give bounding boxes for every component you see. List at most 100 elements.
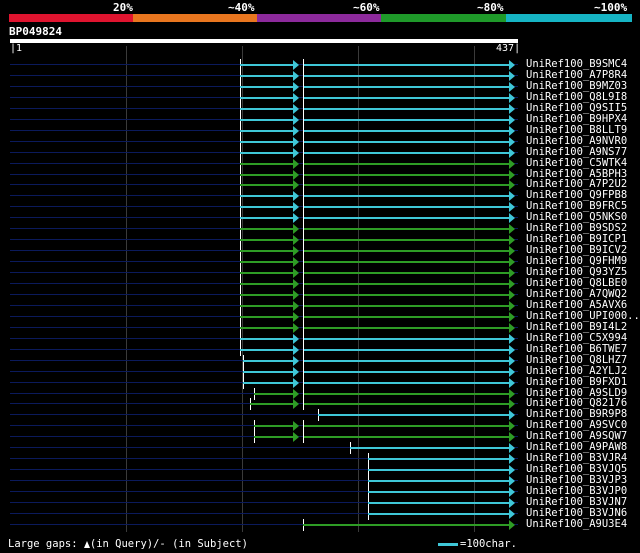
hit-segment	[304, 261, 509, 264]
hit-segment	[240, 261, 293, 264]
hit-segment	[304, 64, 509, 66]
hit-arrow-icon	[293, 289, 299, 300]
hit-label[interactable]: UniRef100_A2YLJ2	[526, 365, 627, 377]
hit-segment	[304, 151, 509, 154]
hit-segment	[240, 337, 293, 340]
hit-label[interactable]: UniRef100_A9NS77	[526, 146, 627, 158]
hit-segment	[240, 129, 293, 132]
query-name: BP049824	[9, 25, 62, 38]
hit-segment	[243, 370, 293, 373]
hit-arrow-icon	[293, 322, 299, 333]
hit-segment	[304, 370, 509, 373]
hit-arrow-icon	[293, 355, 299, 366]
hit-arrow-icon	[293, 257, 299, 268]
gap-legend-label: Large gaps:	[8, 538, 78, 550]
hit-arrow-icon	[293, 224, 299, 235]
scale-label-80: ~80%	[477, 1, 504, 14]
hit-segment	[240, 85, 293, 88]
hit-arrow-icon	[509, 147, 515, 158]
hit-arrow-icon	[509, 432, 515, 443]
hit-arrow-icon	[509, 344, 515, 355]
hit-segment	[240, 184, 293, 187]
hit-arrow-icon	[509, 311, 515, 322]
scale-legend-text: =100char.	[460, 538, 517, 550]
hit-arrow-icon	[509, 114, 515, 125]
hit-segment	[304, 293, 509, 296]
hit-arrow-icon	[293, 235, 299, 246]
hit-arrow-icon	[293, 60, 299, 70]
hit-segment	[304, 381, 509, 384]
hit-arrow-icon	[293, 191, 299, 202]
hit-arrow-icon	[509, 355, 515, 366]
hit-segment	[304, 129, 509, 132]
scale-segment-cyan	[506, 14, 632, 22]
hit-arrow-icon	[509, 476, 515, 487]
hit-segment	[350, 447, 509, 450]
hit-arrow-icon	[293, 279, 299, 289]
hit-arrow-icon	[293, 300, 299, 311]
hit-arrow-icon	[509, 158, 515, 169]
hit-segment	[250, 403, 293, 406]
hit-segment	[304, 359, 509, 362]
hit-segment	[240, 228, 293, 231]
hit-segment	[240, 118, 293, 121]
hit-segment	[318, 414, 509, 417]
hit-label[interactable]: UniRef100_A9U3E4	[526, 518, 627, 530]
hit-arrow-icon	[509, 443, 515, 454]
hit-arrow-icon	[509, 224, 515, 235]
scale-label-20: 20%	[113, 1, 133, 14]
hit-segment	[368, 512, 509, 515]
hit-arrow-icon	[293, 103, 299, 114]
hit-arrow-icon	[293, 388, 299, 399]
hit-segment	[240, 173, 293, 176]
hit-segment	[304, 228, 509, 231]
gap-legend-query: (in Query)/	[89, 538, 160, 550]
hit-segment	[368, 491, 509, 494]
query-end-tick: 437|	[496, 43, 521, 54]
hit-segment	[304, 184, 509, 187]
hit-arrow-icon	[509, 333, 515, 344]
hit-segment	[368, 480, 509, 483]
scale-segment-green	[381, 14, 506, 22]
hit-segment	[240, 162, 293, 165]
hit-arrow-icon	[509, 125, 515, 136]
hit-arrow-icon	[293, 377, 299, 388]
hit-segment	[240, 217, 293, 220]
hit-segment	[240, 96, 293, 99]
hit-arrow-icon	[293, 147, 299, 158]
hit-segment	[240, 140, 293, 143]
hit-segment	[240, 64, 293, 66]
scale-segment-orange	[133, 14, 257, 22]
hit-arrow-icon	[509, 60, 515, 70]
gap-legend-subject: (in Subject)	[172, 538, 248, 550]
hit-segment	[304, 436, 509, 439]
hit-arrow-icon	[293, 158, 299, 169]
query-bar	[10, 39, 518, 43]
hit-arrow-icon	[293, 311, 299, 322]
hit-arrow-icon	[509, 279, 515, 289]
hit-arrow-icon	[293, 125, 299, 136]
scale-label-40: ~40%	[228, 1, 255, 14]
hit-label[interactable]: UniRef100_B9FXD1	[526, 376, 627, 388]
hit-segment	[240, 293, 293, 296]
hit-label[interactable]: UniRef100_A9NVR0	[526, 135, 627, 147]
hit-row[interactable]	[10, 518, 518, 531]
hit-arrow-icon	[293, 180, 299, 191]
query-start: 1	[16, 43, 23, 54]
hit-arrow-icon	[509, 92, 515, 103]
query-start-tick: |1	[10, 43, 23, 54]
hit-segment	[304, 304, 509, 307]
hit-arrow-icon	[509, 136, 515, 147]
hit-arrow-icon	[293, 333, 299, 344]
hit-arrow-icon	[509, 202, 515, 213]
scale-legend: =100char.	[438, 538, 517, 550]
hit-segment	[304, 118, 509, 121]
hit-segment	[304, 250, 509, 253]
hit-segment	[240, 250, 293, 253]
scale-label-60: ~60%	[353, 1, 380, 14]
hit-segment	[240, 151, 293, 154]
hit-label[interactable]: UniRef100_C5WTK4	[526, 157, 627, 169]
hit-segment	[303, 523, 509, 526]
hit-label[interactable]: UniRef100_Q8LHZ7	[526, 354, 627, 366]
hit-segment	[240, 107, 293, 110]
